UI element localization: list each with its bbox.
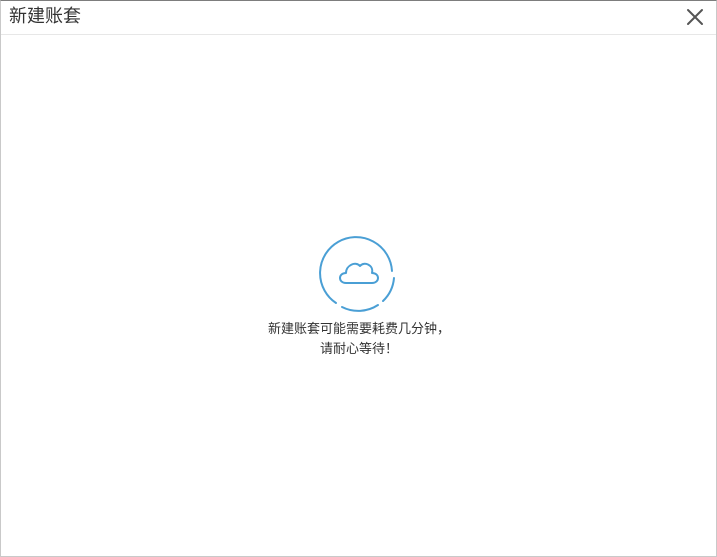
loading-ring — [319, 236, 395, 312]
dialog-header: 新建账套 — [1, 1, 716, 35]
loading-message: 新建账套可能需要耗费几分钟， 请耐心等待！ — [201, 320, 517, 360]
close-button[interactable] — [684, 6, 706, 28]
loading-spinner — [318, 235, 398, 315]
cloud-icon — [339, 262, 379, 284]
close-icon — [687, 9, 703, 25]
dialog-title: 新建账套 — [9, 6, 81, 27]
loading-message-line1: 新建账套可能需要耗费几分钟， — [267, 322, 450, 337]
loading-message-line2: 请耐心等待！ — [319, 342, 398, 357]
new-account-dialog: 新建账套 新建账套可能需要耗费几分钟， 请耐心等待！ — [0, 0, 717, 557]
